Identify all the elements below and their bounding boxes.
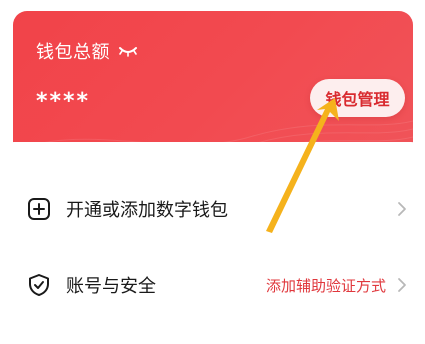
chevron-right-icon — [398, 202, 406, 216]
wallet-balance: **** — [36, 89, 91, 114]
menu-item-label: 账号与安全 — [66, 276, 156, 297]
menu-item-add-wallet[interactable]: 开通或添加数字钱包 — [0, 189, 425, 229]
shield-check-icon — [29, 274, 49, 296]
menu-item-account-security[interactable]: 账号与安全 添加辅助验证方式 — [0, 265, 425, 305]
wallet-title: 钱包总额 — [36, 38, 138, 64]
settings-panel: 开通或添加数字钱包 账号与安全 添加辅助验证方式 — [0, 142, 425, 344]
plus-square-icon — [28, 198, 50, 220]
wallet-title-text: 钱包总额 — [36, 42, 110, 63]
chevron-right-icon — [398, 278, 406, 292]
wallet-manage-button[interactable]: 钱包管理 — [310, 79, 405, 117]
eye-closed-icon[interactable] — [118, 45, 138, 57]
menu-item-label: 开通或添加数字钱包 — [66, 200, 228, 221]
menu-item-hint: 添加辅助验证方式 — [265, 276, 386, 295]
